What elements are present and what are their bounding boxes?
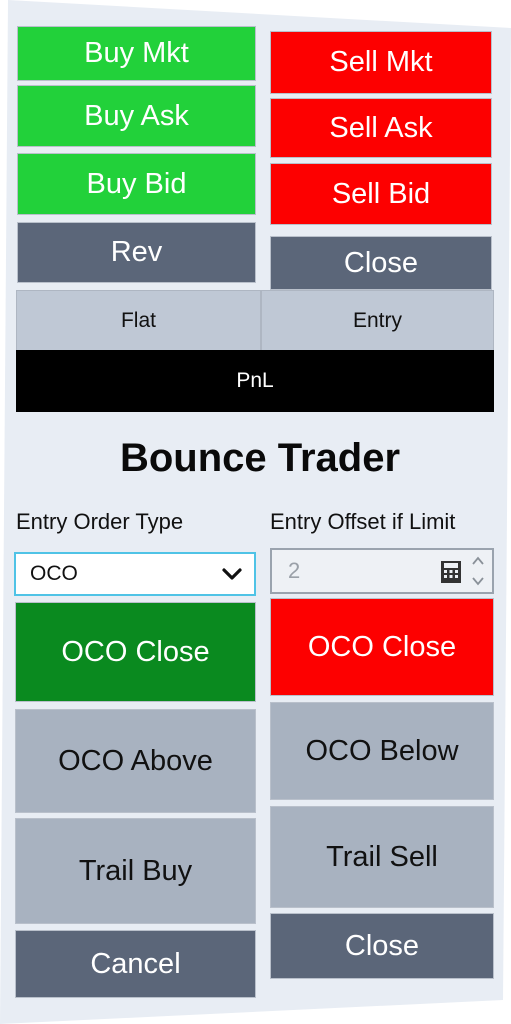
entry-offset-value: 2 <box>288 558 301 583</box>
spinner-up-icon[interactable] <box>472 556 484 566</box>
oco-close-buy-button[interactable]: OCO Close <box>15 602 256 702</box>
entry-order-type-label: Entry Order Type <box>16 509 184 534</box>
sell-ask-button[interactable]: Sell Ask <box>270 98 492 158</box>
entry-offset-input[interactable]: 2 <box>270 548 494 594</box>
buy-market-button[interactable]: Buy Mkt <box>17 26 256 81</box>
trail-buy-button[interactable]: Trail Buy <box>15 818 256 924</box>
cancel-button[interactable]: Cancel <box>15 930 256 998</box>
entry-offset-label: Entry Offset if Limit <box>270 509 456 534</box>
calculator-icon[interactable] <box>440 560 462 584</box>
close-position-button[interactable]: Close <box>270 236 492 290</box>
sell-market-button[interactable]: Sell Mkt <box>270 31 492 94</box>
oco-below-button[interactable]: OCO Below <box>270 702 494 800</box>
entry-order-type-value: OCO <box>30 562 78 585</box>
pnl-display: PnL <box>16 350 494 412</box>
sell-bid-button[interactable]: Sell Bid <box>270 163 492 225</box>
oco-close-sell-button[interactable]: OCO Close <box>270 598 494 696</box>
bounce-trader-panel: Buy Mkt Sell Mkt Buy Ask Sell Ask Buy Bi… <box>0 0 511 1024</box>
buy-ask-button[interactable]: Buy Ask <box>17 85 256 147</box>
entry-order-type-select[interactable]: OCO <box>14 552 256 596</box>
spinner-down-icon[interactable] <box>472 576 484 586</box>
chevron-down-icon <box>222 568 242 580</box>
oco-above-button[interactable]: OCO Above <box>15 709 256 813</box>
entry-price: Entry <box>261 290 494 352</box>
position-status: Flat <box>16 290 261 352</box>
reverse-button[interactable]: Rev <box>17 222 256 283</box>
bounce-trader-title: Bounce Trader <box>119 436 401 480</box>
position-summary: Flat Entry PnL <box>16 290 494 412</box>
trail-sell-button[interactable]: Trail Sell <box>270 806 494 908</box>
close-orders-button[interactable]: Close <box>270 913 494 979</box>
buy-bid-button[interactable]: Buy Bid <box>17 153 256 215</box>
